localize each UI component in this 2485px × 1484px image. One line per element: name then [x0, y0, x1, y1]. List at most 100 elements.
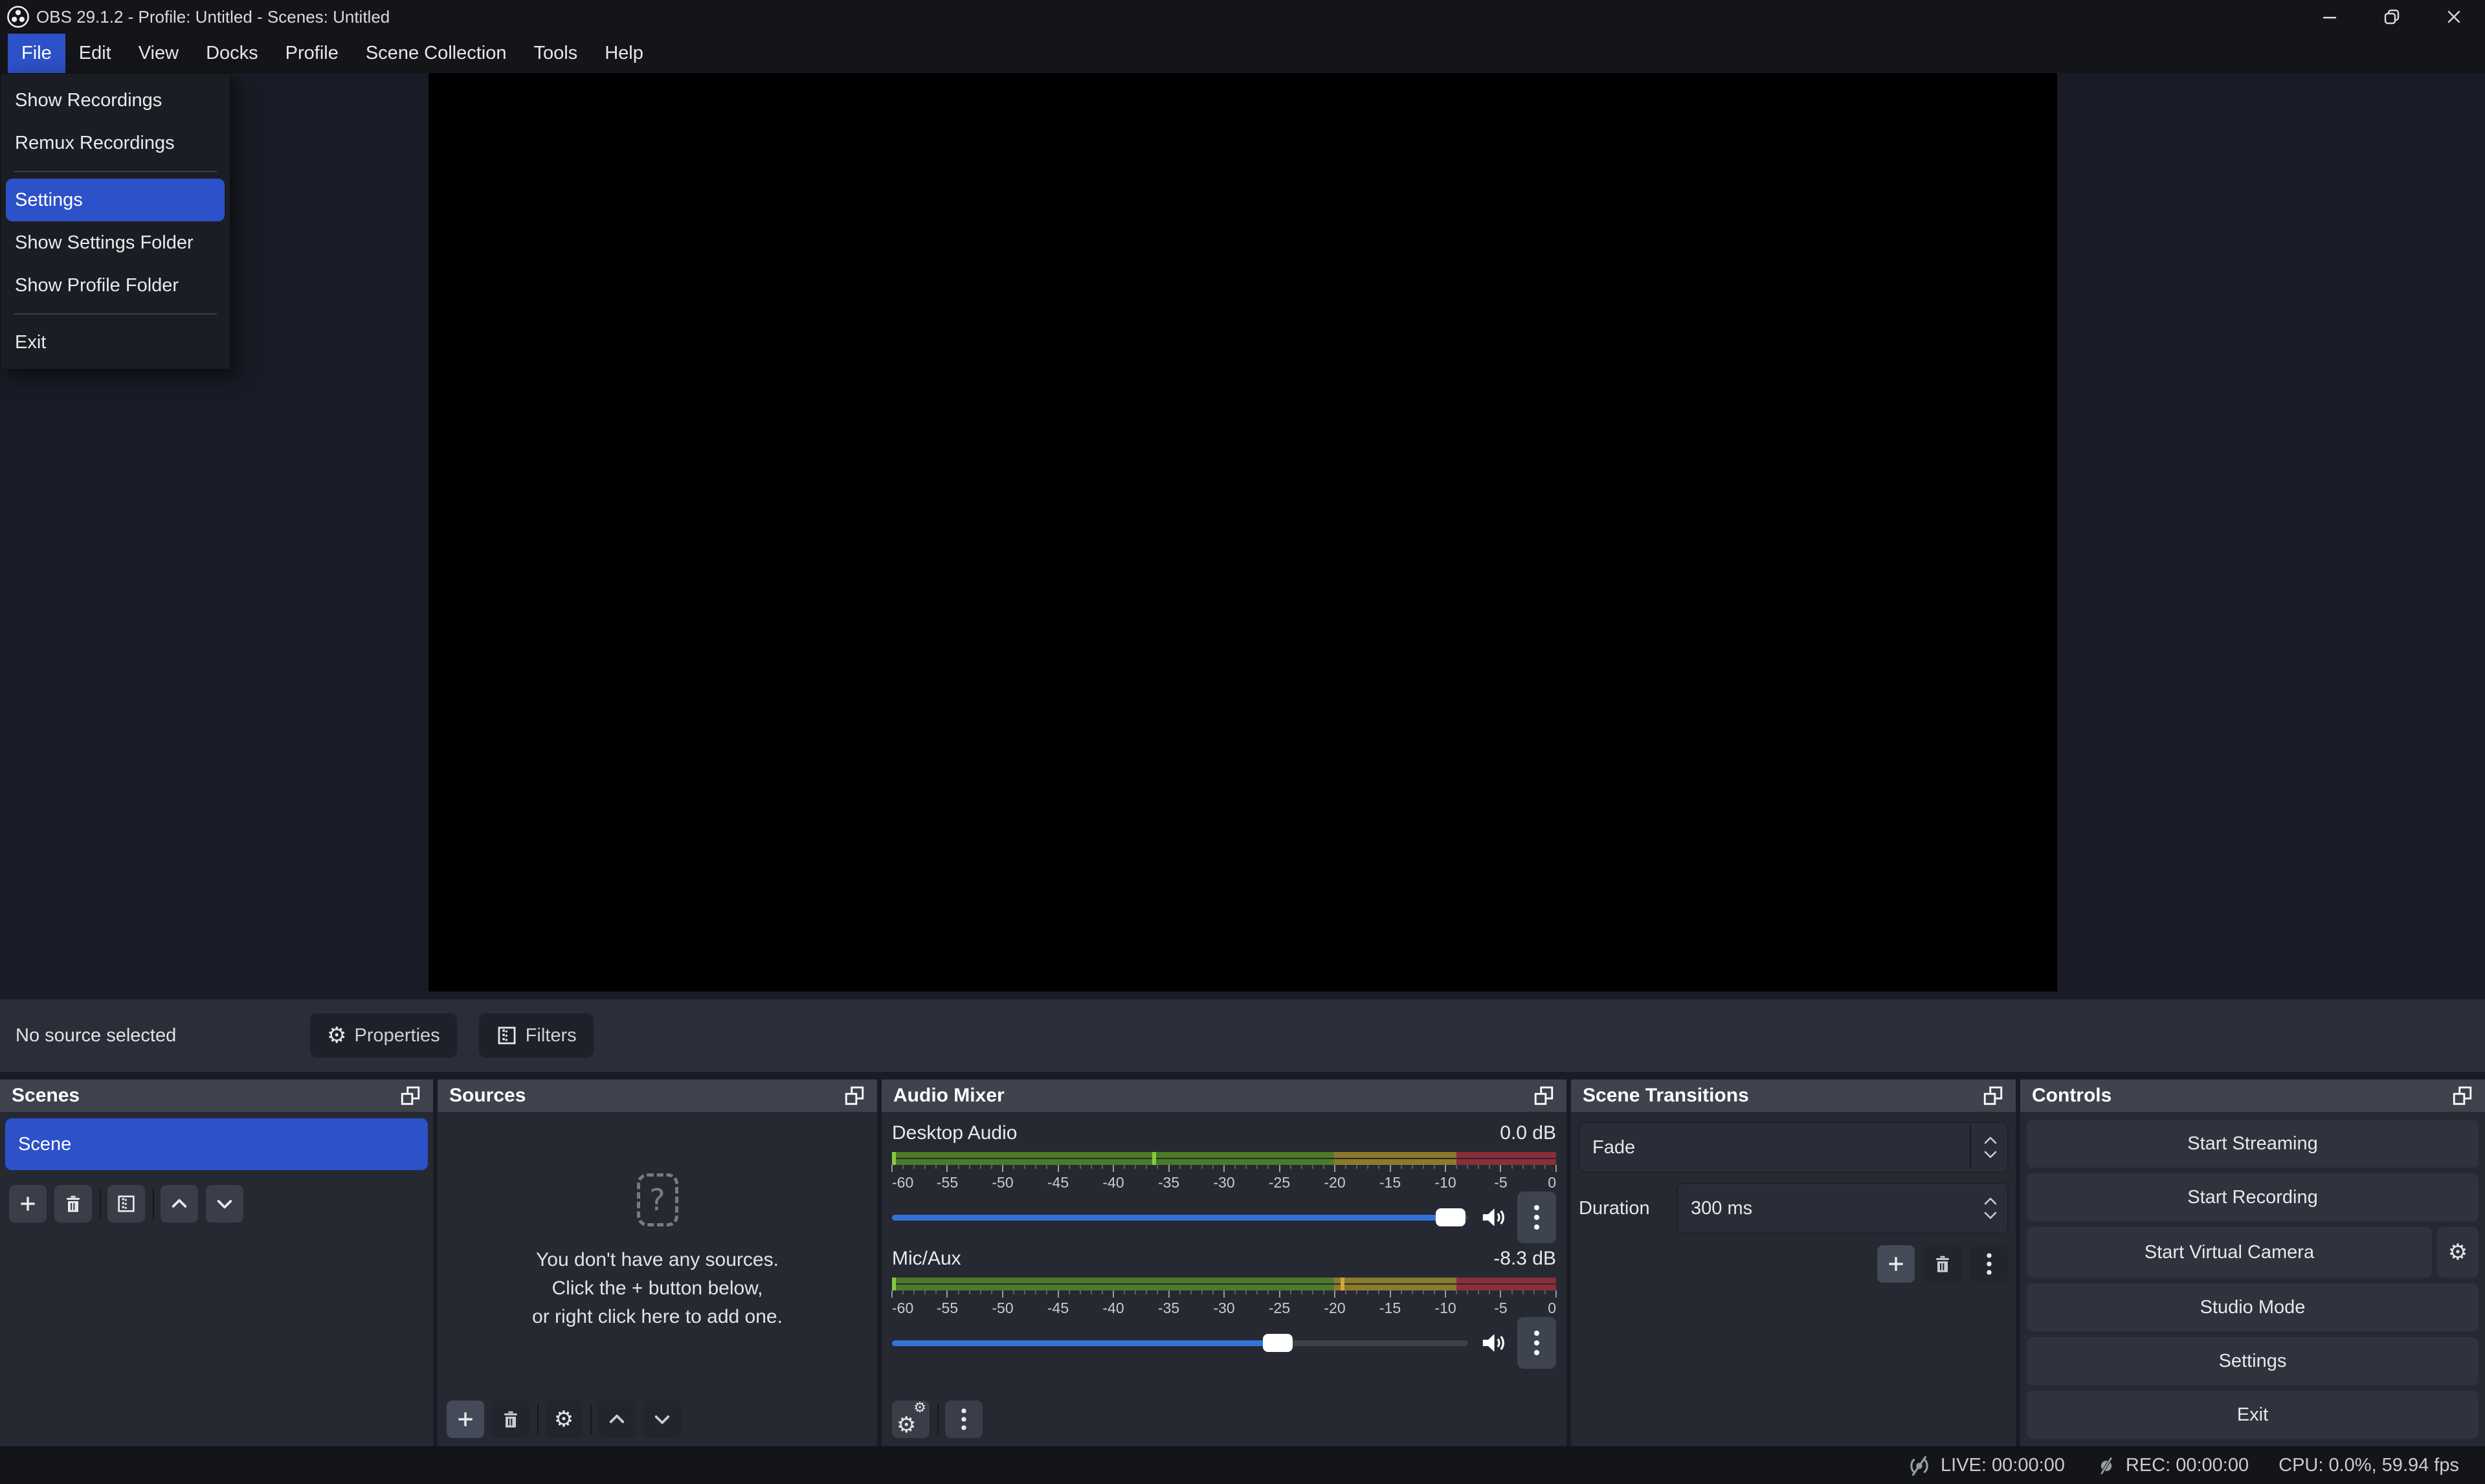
kebab-icon: [955, 1406, 972, 1432]
rec-status: REC: 00:00:00: [2095, 1454, 2249, 1478]
trash-icon: [1932, 1254, 1953, 1274]
channel-menu-button[interactable]: [1517, 1317, 1556, 1369]
settings-button[interactable]: Settings: [2027, 1337, 2479, 1385]
add-transition-button[interactable]: [1877, 1245, 1915, 1283]
menu-separator: [14, 313, 217, 315]
source-properties-button[interactable]: ⚙: [545, 1401, 583, 1438]
remove-transition-button[interactable]: [1924, 1245, 1961, 1283]
toolbar-separator: [537, 1404, 539, 1434]
menu-edit[interactable]: Edit: [65, 34, 125, 73]
plus-icon: [1886, 1254, 1906, 1274]
file-menu-item-remux-recordings[interactable]: Remux Recordings: [6, 122, 225, 164]
toolbar-separator: [590, 1404, 592, 1434]
channel-menu-button[interactable]: [1517, 1191, 1556, 1243]
file-menu-item-show-recordings[interactable]: Show Recordings: [6, 79, 225, 122]
popout-icon[interactable]: [2451, 1085, 2473, 1107]
menu-view[interactable]: View: [125, 34, 192, 73]
sources-body[interactable]: ? You don't have any sources. Click the …: [438, 1112, 877, 1446]
scene-filters-button[interactable]: [107, 1185, 145, 1223]
exit-button[interactable]: Exit: [2027, 1391, 2479, 1439]
controls-header: Controls: [2020, 1080, 2485, 1112]
select-arrows: [1983, 1123, 1998, 1172]
advanced-audio-button[interactable]: ⚙⚙: [892, 1401, 930, 1438]
properties-button[interactable]: ⚙ Properties: [310, 1013, 457, 1058]
scene-transitions-title: Scene Transitions: [1583, 1085, 1749, 1107]
channel-db-value: 0.0 dB: [1500, 1122, 1556, 1144]
scene-list-item[interactable]: Scene: [5, 1118, 428, 1170]
rec-time: REC: 00:00:00: [2126, 1455, 2249, 1476]
remove-scene-button[interactable]: [54, 1185, 92, 1223]
popout-icon[interactable]: [1982, 1085, 2004, 1107]
add-scene-button[interactable]: [9, 1185, 47, 1223]
minimize-button[interactable]: [2299, 0, 2361, 34]
scene-down-button[interactable]: [206, 1185, 243, 1223]
start-streaming-button[interactable]: Start Streaming: [2027, 1120, 2479, 1168]
transition-menu-button[interactable]: [1970, 1245, 2008, 1283]
filters-icon: [496, 1024, 518, 1047]
file-menu-item-show-settings-folder[interactable]: Show Settings Folder: [6, 221, 225, 264]
volume-slider[interactable]: [892, 1215, 1468, 1221]
menu-help[interactable]: Help: [591, 34, 657, 73]
slider-handle[interactable]: [1436, 1208, 1465, 1226]
minimize-icon: [2320, 7, 2339, 27]
trash-icon: [63, 1193, 84, 1214]
menu-file[interactable]: File: [8, 34, 65, 73]
cpu-fps-text: CPU: 0.0%, 59.94 fps: [2279, 1455, 2459, 1476]
studio-mode-button[interactable]: Studio Mode: [2027, 1283, 2479, 1331]
menu-profile[interactable]: Profile: [272, 34, 352, 73]
chevron-up-icon: [169, 1193, 190, 1214]
popout-icon[interactable]: [843, 1085, 865, 1107]
audio-mixer-body: Desktop Audio 0.0 dB -60-55-50-45-40-35-…: [882, 1112, 1566, 1446]
source-down-button[interactable]: [643, 1401, 681, 1438]
plus-icon: [17, 1193, 38, 1214]
mixer-menu-button[interactable]: [945, 1401, 983, 1438]
scale-label: -55: [937, 1300, 958, 1317]
scale-label: 0: [1548, 1174, 1556, 1191]
popout-icon[interactable]: [1533, 1085, 1555, 1107]
add-source-button[interactable]: [447, 1401, 484, 1438]
restore-icon: [2382, 7, 2401, 27]
file-menu-item-exit[interactable]: Exit: [6, 321, 225, 364]
menu-scene-collection[interactable]: Scene Collection: [352, 34, 520, 73]
restore-button[interactable]: [2361, 0, 2423, 34]
start-recording-button[interactable]: Start Recording: [2027, 1173, 2479, 1221]
virtual-camera-config-button[interactable]: ⚙: [2437, 1227, 2479, 1278]
sources-panel: Sources ? You don't have any sources. Cl…: [438, 1080, 877, 1446]
scene-up-button[interactable]: [161, 1185, 198, 1223]
preview-canvas[interactable]: [429, 73, 2057, 991]
menu-tools[interactable]: Tools: [520, 34, 591, 73]
file-menu-item-settings[interactable]: Settings: [6, 179, 225, 221]
live-status: LIVE: 00:00:00: [1906, 1452, 2065, 1479]
channel-db-value: -8.3 dB: [1493, 1248, 1556, 1270]
start-virtual-camera-button[interactable]: Start Virtual Camera: [2027, 1227, 2432, 1278]
volume-meter: [892, 1152, 1556, 1165]
scale-label: 0: [1548, 1300, 1556, 1317]
scene-transitions-panel: Scene Transitions Fade Duration 300 ms: [1571, 1080, 2016, 1446]
volume-meter: [892, 1278, 1556, 1290]
file-menu-item-show-profile-folder[interactable]: Show Profile Folder: [6, 264, 225, 307]
scale-label: -10: [1434, 1174, 1456, 1191]
meter-peak-tick: [1152, 1152, 1156, 1165]
spinbox-arrows[interactable]: [1983, 1184, 1998, 1233]
duration-spinbox[interactable]: 300 ms: [1677, 1183, 2008, 1234]
speaker-icon[interactable]: [1480, 1329, 1507, 1357]
scale-label: -35: [1158, 1174, 1179, 1191]
filters-button[interactable]: Filters: [479, 1013, 594, 1058]
sources-empty-state: ? You don't have any sources. Click the …: [438, 1112, 877, 1392]
scenes-panel: Scenes Scene: [0, 1080, 433, 1446]
slider-handle[interactable]: [1263, 1334, 1293, 1352]
source-up-button[interactable]: [598, 1401, 636, 1438]
close-button[interactable]: [2423, 0, 2485, 34]
volume-slider[interactable]: [892, 1340, 1468, 1346]
remove-source-button[interactable]: [492, 1401, 529, 1438]
empty-text-line: You don't have any sources.: [536, 1246, 779, 1274]
meter-ruler: [892, 1290, 1556, 1298]
speaker-icon[interactable]: [1480, 1204, 1507, 1231]
obs-logo-icon: [6, 5, 30, 28]
broadcast-off-icon: [1906, 1452, 1933, 1479]
popout-icon[interactable]: [399, 1085, 421, 1107]
transition-select[interactable]: Fade: [1579, 1122, 2008, 1173]
menu-docks[interactable]: Docks: [192, 34, 272, 73]
chevron-down-icon: [214, 1193, 235, 1214]
chevron-up-icon: [1983, 1136, 1998, 1145]
